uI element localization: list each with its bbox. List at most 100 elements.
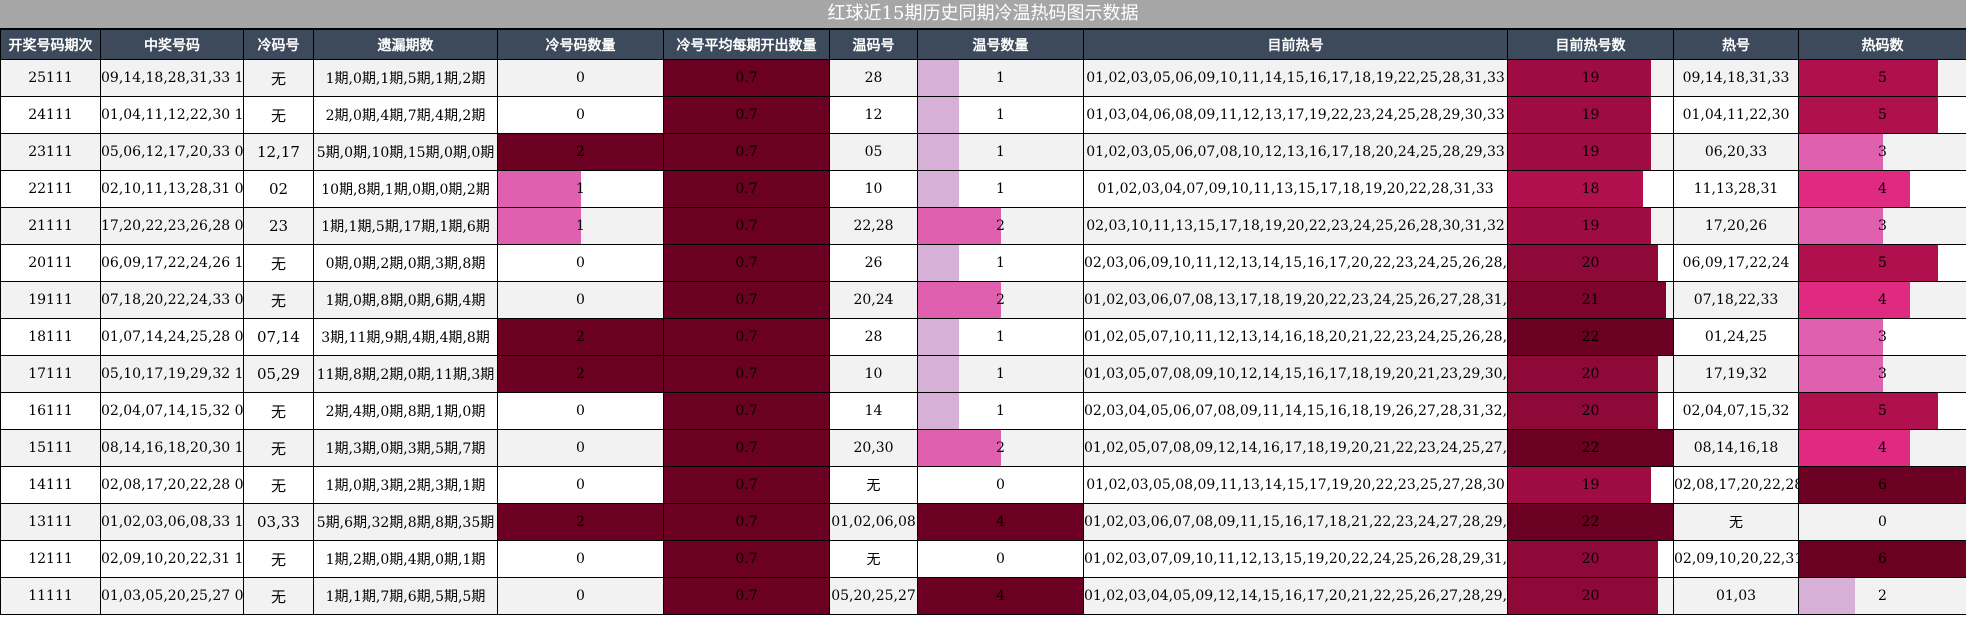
cold-count-cell: 1	[497, 170, 664, 208]
hot-count-cell-value: 3	[1878, 144, 1887, 160]
col-header-issue: 开奖号码期次	[0, 29, 101, 60]
issue-cell: 25111	[0, 59, 101, 97]
winning-numbers-cell: 08,14,16,18,20,30 12	[100, 429, 244, 467]
table-row: 15111 08,14,16,18,20,30 12 无 1期,3期,0期,3期,5期…	[0, 429, 1966, 467]
hot-count-cell: 5	[1798, 96, 1966, 134]
table-row: 23111 05,06,12,17,20,33 09 12,17 5期,0期,10期,…	[0, 133, 1966, 171]
issue-cell: 15111	[0, 429, 101, 467]
issue-cell: 21111	[0, 207, 101, 245]
missed-periods-cell: 3期,11期,9期,4期,4期,8期	[313, 318, 498, 356]
hot-count-cell: 6	[1798, 466, 1966, 504]
current-hot-count-cell-value: 19	[1581, 107, 1600, 123]
warm-count-cell-value: 0	[996, 477, 1005, 493]
warm-count-cell: 0	[917, 466, 1084, 504]
data-table: 开奖号码期次 中奖号码 冷码号 遗漏期数 冷号码数量 冷号平均每期开出数量 温码…	[0, 29, 1966, 615]
hot-count-cell-value: 3	[1878, 329, 1887, 345]
cold-count-cell: 0	[497, 392, 664, 430]
current-hot-count-cell-value: 20	[1581, 366, 1600, 382]
current-hot-count-cell-value: 21	[1581, 292, 1600, 308]
cold-count-cell: 1	[497, 207, 664, 245]
cold-numbers-cell: 07,14	[243, 318, 314, 356]
hot-numbers-cell: 02,09,10,20,22,31	[1673, 540, 1799, 578]
cold-average-cell: 0.7	[663, 170, 830, 208]
warm-count-cell: 4	[917, 577, 1084, 615]
warm-numbers-cell: 05,20,25,27	[829, 577, 918, 615]
hot-numbers-cell: 06,20,33	[1673, 133, 1799, 171]
warm-count-cell: 1	[917, 133, 1084, 171]
warm-count-cell: 2	[917, 281, 1084, 319]
current-hot-count-cell: 19	[1507, 133, 1674, 171]
current-hot-count-cell-value: 20	[1581, 255, 1600, 271]
cold-average-cell: 0.7	[663, 466, 830, 504]
winning-numbers-cell: 05,06,12,17,20,33 09	[100, 133, 244, 171]
hot-numbers-cell: 11,13,28,31	[1673, 170, 1799, 208]
cold-count-cell: 0	[497, 96, 664, 134]
hot-count-cell-value: 4	[1878, 440, 1887, 456]
current-hot-count-cell-value: 20	[1581, 403, 1600, 419]
cold-average-cell: 0.7	[663, 207, 830, 245]
warm-count-cell: 1	[917, 392, 1084, 430]
warm-count-cell: 1	[917, 355, 1084, 393]
current-hot-cell: 02,03,04,05,06,07,08,09,11,14,15,16,18,1…	[1083, 392, 1508, 430]
cold-count-cell: 2	[497, 503, 664, 541]
issue-cell: 11111	[0, 577, 101, 615]
cold-average-cell: 0.7	[663, 355, 830, 393]
col-header-warm-count: 温号数量	[917, 29, 1084, 60]
warm-count-cell-value: 0	[996, 551, 1005, 567]
cold-count-cell-value: 0	[576, 107, 585, 123]
cold-count-cell: 2	[497, 355, 664, 393]
cold-average-cell-value: 0.7	[735, 366, 758, 382]
warm-count-cell: 0	[917, 540, 1084, 578]
cold-count-cell: 0	[497, 281, 664, 319]
current-hot-count-cell: 20	[1507, 392, 1674, 430]
missed-periods-cell: 2期,4期,0期,8期,1期,0期	[313, 392, 498, 430]
winning-numbers-cell: 07,18,20,22,24,33 01	[100, 281, 244, 319]
cold-numbers-cell: 无	[243, 540, 314, 578]
warm-count-cell-value: 4	[996, 588, 1005, 604]
warm-numbers-cell: 无	[829, 466, 918, 504]
cold-numbers-cell: 12,17	[243, 133, 314, 171]
missed-periods-cell: 5期,6期,32期,8期,8期,35期	[313, 503, 498, 541]
cold-count-cell-value: 2	[576, 329, 585, 345]
missed-periods-cell: 1期,0期,8期,0期,6期,4期	[313, 281, 498, 319]
hot-count-cell-value: 6	[1878, 477, 1887, 493]
issue-cell: 20111	[0, 244, 101, 282]
col-header-warm-numbers: 温码号	[829, 29, 918, 60]
current-hot-count-cell-value: 19	[1581, 218, 1600, 234]
warm-count-cell: 2	[917, 429, 1084, 467]
warm-count-cell-value: 1	[996, 403, 1005, 419]
current-hot-cell: 01,02,03,05,08,09,11,13,14,15,17,19,20,2…	[1083, 466, 1508, 504]
hot-count-cell-value: 0	[1878, 514, 1887, 530]
missed-periods-cell: 1期,3期,0期,3期,5期,7期	[313, 429, 498, 467]
cold-count-cell-value: 0	[576, 440, 585, 456]
warm-count-cell-value: 1	[996, 255, 1005, 271]
cold-average-cell-value: 0.7	[735, 107, 758, 123]
winning-numbers-cell: 01,03,05,20,25,27 04	[100, 577, 244, 615]
col-header-hot-count: 热码数	[1798, 29, 1966, 60]
issue-cell: 23111	[0, 133, 101, 171]
issue-cell: 12111	[0, 540, 101, 578]
warm-count-cell: 1	[917, 318, 1084, 356]
hot-numbers-cell: 17,19,32	[1673, 355, 1799, 393]
cold-average-cell: 0.7	[663, 96, 830, 134]
issue-cell: 13111	[0, 503, 101, 541]
current-hot-count-cell: 20	[1507, 577, 1674, 615]
hot-numbers-cell: 06,09,17,22,24	[1673, 244, 1799, 282]
cold-average-cell-value: 0.7	[735, 514, 758, 530]
hot-count-cell-value: 3	[1878, 366, 1887, 382]
hot-count-cell: 3	[1798, 133, 1966, 171]
missed-periods-cell: 0期,0期,2期,0期,3期,8期	[313, 244, 498, 282]
issue-cell: 14111	[0, 466, 101, 504]
warm-count-cell: 1	[917, 170, 1084, 208]
cold-average-cell: 0.7	[663, 59, 830, 97]
table-title: 红球近15期历史同期冷温热码图示数据	[0, 0, 1966, 29]
current-hot-cell: 02,03,06,09,10,11,12,13,14,15,16,17,20,2…	[1083, 244, 1508, 282]
cold-average-cell-value: 0.7	[735, 181, 758, 197]
cold-numbers-cell: 无	[243, 392, 314, 430]
table-body: 25111 09,14,18,28,31,33 12 无 1期,0期,1期,5期,1期…	[0, 59, 1966, 615]
current-hot-count-cell: 19	[1507, 59, 1674, 97]
col-header-cold-average: 冷号平均每期开出数量	[663, 29, 830, 60]
current-hot-count-cell-value: 22	[1581, 440, 1600, 456]
hot-numbers-cell: 02,04,07,15,32	[1673, 392, 1799, 430]
cold-count-cell: 0	[497, 59, 664, 97]
